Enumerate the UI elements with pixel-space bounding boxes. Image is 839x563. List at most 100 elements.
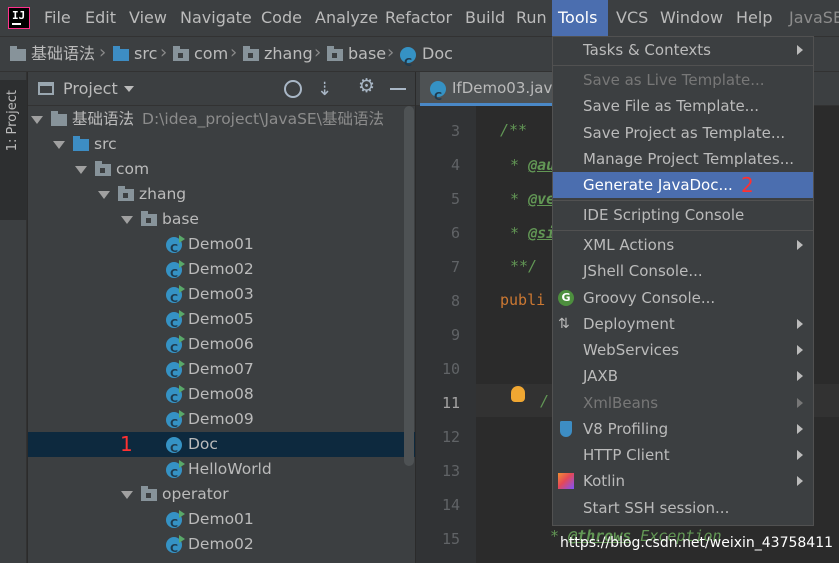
tree-item-class[interactable]: HelloWorld [28, 457, 415, 486]
breadcrumb-label: 基础语法 [31, 44, 96, 63]
tree-item-label: com [116, 160, 150, 178]
menu-item-xml-actions[interactable]: XML Actions [553, 232, 813, 258]
expand-arrow-icon [75, 165, 87, 174]
tree-item-zhang[interactable]: zhang [28, 182, 415, 207]
menu-item-generate-javadoc[interactable]: Generate JavaDoc... 2 [553, 172, 813, 198]
tree-item-com[interactable]: com [28, 157, 415, 182]
gear-icon[interactable]: ⚙ [358, 75, 375, 97]
menu-item-jaxb[interactable]: JAXB [553, 363, 813, 389]
menu-item-kotlin[interactable]: Kotlin [553, 468, 813, 494]
breadcrumb-module[interactable]: 基础语法 [10, 37, 95, 71]
groovy-icon: G [558, 290, 574, 306]
line-number: 10 [441, 360, 460, 378]
view-dropdown-icon[interactable] [124, 86, 134, 92]
menu-item-groovy[interactable]: G Groovy Console... [553, 285, 813, 311]
menu-item-label: Tasks & Contexts [583, 41, 711, 59]
tree-item-label: zhang [139, 185, 187, 203]
submenu-arrow-icon [797, 450, 803, 460]
tree-item-src[interactable]: src [28, 132, 415, 157]
locate-target-icon[interactable] [284, 80, 302, 98]
menu-item-http-client[interactable]: HTTP Client [553, 442, 813, 468]
runnable-class-icon [166, 234, 185, 261]
tree-item-module[interactable]: 基础语法 D:\idea_project\JavaSE\基础语法 [28, 107, 415, 132]
menu-build[interactable]: Build [459, 0, 511, 36]
menu-analyze[interactable]: Analyze [309, 0, 384, 36]
hide-panel-icon[interactable] [390, 88, 406, 90]
submenu-arrow-icon [797, 345, 803, 355]
menu-item-label: V8 Profiling [583, 420, 669, 438]
tree-item-class[interactable]: Demo02 [28, 257, 415, 286]
tree-item-class[interactable]: Demo01 [28, 232, 415, 261]
tree-item-class[interactable]: Demo02 [28, 532, 415, 561]
submenu-arrow-icon [797, 476, 803, 486]
breadcrumb-src[interactable]: src [113, 37, 157, 71]
project-scrollbar[interactable] [404, 106, 414, 466]
tree-item-operator[interactable]: operator [28, 482, 415, 507]
editor-tab-label: IfDemo03.java [452, 79, 560, 97]
menu-item-label: XML Actions [583, 236, 675, 254]
breadcrumb-doc[interactable]: Doc [400, 37, 453, 80]
collapse-all-icon[interactable]: ⇣ [317, 79, 332, 100]
deployment-icon: ⇅ [558, 316, 570, 332]
tree-item-label: Doc [188, 435, 218, 453]
menu-refactor[interactable]: Refactor [379, 0, 458, 36]
tree-item-class[interactable]: Demo06 [28, 332, 415, 361]
menu-item-start-ssh[interactable]: Start SSH session... [553, 495, 813, 521]
project-panel-title: Project [63, 79, 118, 98]
submenu-arrow-icon [797, 240, 803, 250]
menu-edit[interactable]: Edit [79, 0, 122, 36]
package-icon [141, 210, 157, 226]
menu-item-manage-templates[interactable]: Manage Project Templates... [553, 146, 813, 172]
menu-tools[interactable]: Tools [552, 0, 608, 36]
menu-navigate[interactable]: Navigate [174, 0, 258, 36]
expand-arrow-icon [53, 140, 65, 149]
menu-separator [553, 230, 813, 231]
menu-run[interactable]: Run [510, 0, 553, 36]
menu-item-label: Save Project as Template... [583, 124, 786, 142]
menu-item-save-live-template: Save as Live Template... [553, 67, 813, 93]
class-icon [430, 80, 446, 103]
menu-item-tasks-contexts[interactable]: Tasks & Contexts [553, 37, 813, 63]
tree-item-class[interactable]: Demo07 [28, 357, 415, 386]
menu-item-ide-scripting[interactable]: IDE Scripting Console [553, 202, 813, 228]
editor-tab[interactable]: IfDemo03.java [420, 72, 560, 106]
menu-item-label: JAXB [583, 367, 618, 385]
tree-item-base[interactable]: base [28, 207, 415, 232]
tree-item-class[interactable]: Demo09 [28, 407, 415, 436]
line-number: 4 [450, 156, 460, 174]
menu-item-save-file-template[interactable]: Save File as Template... [553, 93, 813, 119]
menu-view[interactable]: View [123, 0, 173, 36]
package-icon [141, 485, 157, 501]
tree-item-label: Demo06 [188, 335, 254, 353]
menu-file[interactable]: File [38, 0, 77, 36]
menu-item-save-project-template[interactable]: Save Project as Template... [553, 120, 813, 146]
menu-window[interactable]: Window [654, 0, 729, 36]
runnable-class-icon [166, 384, 185, 411]
tree-item-class[interactable]: Demo05 [28, 307, 415, 336]
menu-vcs[interactable]: VCS [610, 0, 654, 36]
project-tool-tab[interactable]: 1: Project [0, 80, 27, 220]
chevron-right-icon: › [160, 42, 168, 63]
tree-item-class[interactable]: Demo03 [28, 282, 415, 311]
tree-item-doc-selected[interactable]: Doc [28, 432, 415, 461]
code-line: * @ve [510, 190, 555, 208]
tree-item-class[interactable]: Demo01 [28, 507, 415, 536]
tree-item-label: Demo03 [188, 285, 254, 303]
tree-item-label: src [94, 135, 117, 153]
breadcrumb-com[interactable]: com [173, 37, 228, 71]
tree-item-label: operator [162, 485, 229, 503]
menu-code[interactable]: Code [255, 0, 308, 36]
menu-item-jshell[interactable]: JShell Console... [553, 258, 813, 284]
menu-help[interactable]: Help [730, 0, 778, 36]
runnable-class-icon [166, 534, 185, 561]
lightbulb-icon[interactable] [511, 386, 525, 402]
breadcrumb-zhang[interactable]: zhang [243, 37, 313, 71]
line-number: 3 [450, 122, 460, 140]
left-tool-strip: 1: Project [0, 72, 27, 563]
menu-item-deployment[interactable]: ⇅ Deployment [553, 311, 813, 337]
tree-item-class[interactable]: Demo08 [28, 382, 415, 411]
breadcrumb-base[interactable]: base [327, 37, 386, 71]
line-number: 12 [441, 428, 460, 446]
menu-item-webservices[interactable]: WebServices [553, 337, 813, 363]
menu-item-v8-profiling[interactable]: V8 Profiling [553, 416, 813, 442]
